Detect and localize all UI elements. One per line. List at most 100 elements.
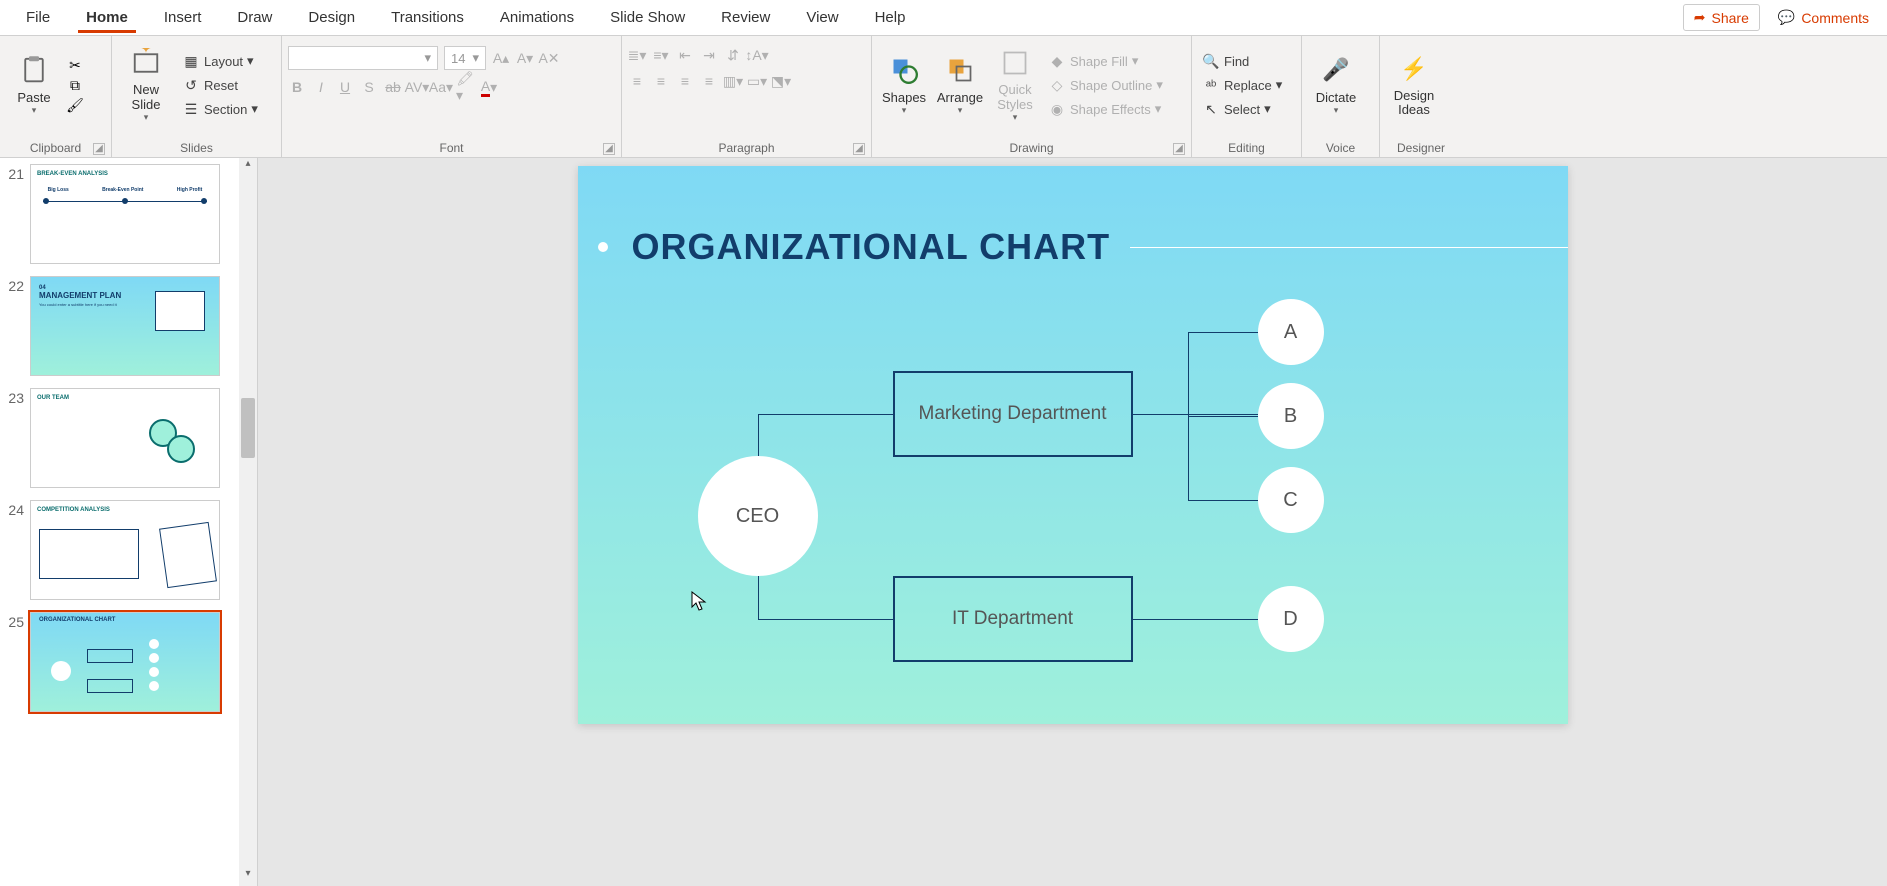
tab-draw[interactable]: Draw bbox=[219, 3, 290, 32]
align-text-icon[interactable]: ▭▾ bbox=[748, 72, 766, 90]
group-label-editing: Editing bbox=[1198, 139, 1295, 157]
tab-review[interactable]: Review bbox=[703, 3, 788, 32]
find-button[interactable]: 🔍Find bbox=[1198, 50, 1295, 72]
slide-canvas[interactable]: ORGANIZATIONAL CHART CEO Marketing Depar… bbox=[258, 158, 1887, 886]
org-node-ceo[interactable]: CEO bbox=[698, 456, 818, 576]
decrease-font-icon[interactable]: A▾ bbox=[516, 49, 534, 67]
bullets-icon[interactable]: ≣▾ bbox=[628, 46, 646, 64]
line-spacing-icon[interactable]: ⇵ bbox=[724, 46, 742, 64]
tab-slideshow[interactable]: Slide Show bbox=[592, 3, 703, 32]
org-node-marketing[interactable]: Marketing Department bbox=[893, 371, 1133, 457]
tab-design[interactable]: Design bbox=[290, 3, 373, 32]
tab-home[interactable]: Home bbox=[68, 3, 146, 32]
dialog-launcher-icon[interactable]: ◢ bbox=[1173, 143, 1185, 155]
shape-fill-button[interactable]: ◆Shape Fill▾ bbox=[1044, 50, 1167, 72]
scroll-down-icon[interactable]: ▾ bbox=[239, 868, 257, 886]
bold-icon[interactable]: B bbox=[288, 78, 306, 96]
text-direction-icon[interactable]: ↕A▾ bbox=[748, 46, 766, 64]
thumbnail-25[interactable]: 25 ORGANIZATIONAL CHART bbox=[0, 606, 257, 718]
quick-styles-button[interactable]: Quick Styles▾ bbox=[990, 40, 1040, 130]
thumbnail-22[interactable]: 22 04 MANAGEMENT PLAN You could enter a … bbox=[0, 270, 257, 382]
tab-file[interactable]: File bbox=[8, 3, 68, 32]
columns-icon[interactable]: ▥▾ bbox=[724, 72, 742, 90]
format-painter-icon[interactable]: 🖌 bbox=[66, 96, 84, 114]
paste-button[interactable]: Paste ▾ bbox=[6, 40, 62, 130]
svg-text:✦: ✦ bbox=[141, 48, 152, 56]
arrange-button[interactable]: Arrange▾ bbox=[934, 40, 986, 130]
underline-icon[interactable]: U bbox=[336, 78, 354, 96]
scroll-handle[interactable] bbox=[241, 398, 255, 458]
thumbnail-scrollbar[interactable]: ▴ ▾ bbox=[239, 158, 257, 886]
clear-format-icon[interactable]: A✕ bbox=[540, 49, 558, 67]
scroll-up-icon[interactable]: ▴ bbox=[239, 158, 257, 176]
org-node-d[interactable]: D bbox=[1258, 586, 1324, 652]
dictate-button[interactable]: 🎤 Dictate▾ bbox=[1308, 40, 1364, 130]
shadow-icon[interactable]: S bbox=[360, 78, 378, 96]
select-icon: ↖ bbox=[1202, 100, 1220, 118]
slide-number: 24 bbox=[2, 500, 24, 518]
tab-view[interactable]: View bbox=[788, 3, 856, 32]
layout-button[interactable]: ▦Layout▾ bbox=[178, 50, 262, 72]
char-spacing-icon[interactable]: AV▾ bbox=[408, 78, 426, 96]
group-label-slides: Slides bbox=[118, 139, 275, 157]
numbering-icon[interactable]: ≡▾ bbox=[652, 46, 670, 64]
title-bullet-icon bbox=[598, 242, 608, 252]
slide-title[interactable]: ORGANIZATIONAL CHART bbox=[632, 226, 1111, 268]
thumbnail-24[interactable]: 24 COMPETITION ANALYSIS bbox=[0, 494, 257, 606]
reset-button[interactable]: ↺Reset bbox=[178, 74, 262, 96]
thumbnail-panel: 21 BREAK-EVEN ANALYSIS Big LossBreak-Eve… bbox=[0, 158, 258, 886]
org-node-b[interactable]: B bbox=[1258, 383, 1324, 449]
justify-icon[interactable]: ≡ bbox=[700, 72, 718, 90]
tab-animations[interactable]: Animations bbox=[482, 3, 592, 32]
comments-button[interactable]: 💬 Comments bbox=[1768, 5, 1879, 30]
tab-help[interactable]: Help bbox=[857, 3, 924, 32]
copy-icon[interactable]: ⧉ bbox=[66, 76, 84, 94]
shapes-button[interactable]: Shapes▾ bbox=[878, 40, 930, 130]
chevron-down-icon: ▾ bbox=[144, 112, 149, 123]
smartart-icon[interactable]: ⬔▾ bbox=[772, 72, 790, 90]
tab-insert[interactable]: Insert bbox=[146, 3, 220, 32]
dialog-launcher-icon[interactable]: ◢ bbox=[93, 143, 105, 155]
new-slide-icon: ✦ bbox=[130, 47, 162, 79]
align-right-icon[interactable]: ≡ bbox=[676, 72, 694, 90]
strikethrough-icon[interactable]: ab bbox=[384, 78, 402, 96]
italic-icon[interactable]: I bbox=[312, 78, 330, 96]
cut-icon[interactable]: ✂ bbox=[66, 56, 84, 74]
layout-icon: ▦ bbox=[182, 52, 200, 70]
increase-font-icon[interactable]: A▴ bbox=[492, 49, 510, 67]
align-center-icon[interactable]: ≡ bbox=[652, 72, 670, 90]
tab-transitions[interactable]: Transitions bbox=[373, 3, 482, 32]
org-node-it[interactable]: IT Department bbox=[893, 576, 1133, 662]
group-label-designer: Designer bbox=[1386, 139, 1456, 157]
font-family-input[interactable]: ▾ bbox=[288, 46, 438, 70]
design-ideas-button[interactable]: ⚡ Design Ideas bbox=[1386, 40, 1442, 130]
slide[interactable]: ORGANIZATIONAL CHART CEO Marketing Depar… bbox=[578, 166, 1568, 724]
menu-bar: File Home Insert Draw Design Transitions… bbox=[0, 0, 1887, 36]
shape-outline-button[interactable]: ◇Shape Outline▾ bbox=[1044, 74, 1167, 96]
org-node-c[interactable]: C bbox=[1258, 467, 1324, 533]
font-size-input[interactable]: 14▾ bbox=[444, 46, 486, 70]
change-case-icon[interactable]: Aa▾ bbox=[432, 78, 450, 96]
group-voice: 🎤 Dictate▾ Voice bbox=[1302, 36, 1380, 157]
thumbnail-23[interactable]: 23 OUR TEAM bbox=[0, 382, 257, 494]
share-label: Share bbox=[1712, 10, 1749, 26]
shape-effects-button[interactable]: ◉Shape Effects▾ bbox=[1044, 98, 1167, 120]
section-button[interactable]: ☰Section▾ bbox=[178, 98, 262, 120]
outline-icon: ◇ bbox=[1048, 76, 1066, 94]
quick-styles-icon bbox=[999, 47, 1031, 79]
dialog-launcher-icon[interactable]: ◢ bbox=[853, 143, 865, 155]
increase-indent-icon[interactable]: ⇥ bbox=[700, 46, 718, 64]
align-left-icon[interactable]: ≡ bbox=[628, 72, 646, 90]
decrease-indent-icon[interactable]: ⇤ bbox=[676, 46, 694, 64]
dialog-launcher-icon[interactable]: ◢ bbox=[603, 143, 615, 155]
thumbnail-21[interactable]: 21 BREAK-EVEN ANALYSIS Big LossBreak-Eve… bbox=[0, 158, 257, 270]
select-button[interactable]: ↖Select▾ bbox=[1198, 98, 1295, 120]
new-slide-button[interactable]: ✦ New Slide ▾ bbox=[118, 40, 174, 130]
replace-button[interactable]: ᵃᵇReplace▾ bbox=[1198, 74, 1295, 96]
paste-icon bbox=[18, 54, 50, 86]
org-node-a[interactable]: A bbox=[1258, 299, 1324, 365]
font-color-icon[interactable]: A▾ bbox=[480, 78, 498, 96]
slide-number: 25 bbox=[2, 612, 24, 630]
share-button[interactable]: ➦ Share bbox=[1683, 4, 1760, 31]
highlight-icon[interactable]: 🖍▾ bbox=[456, 78, 474, 96]
